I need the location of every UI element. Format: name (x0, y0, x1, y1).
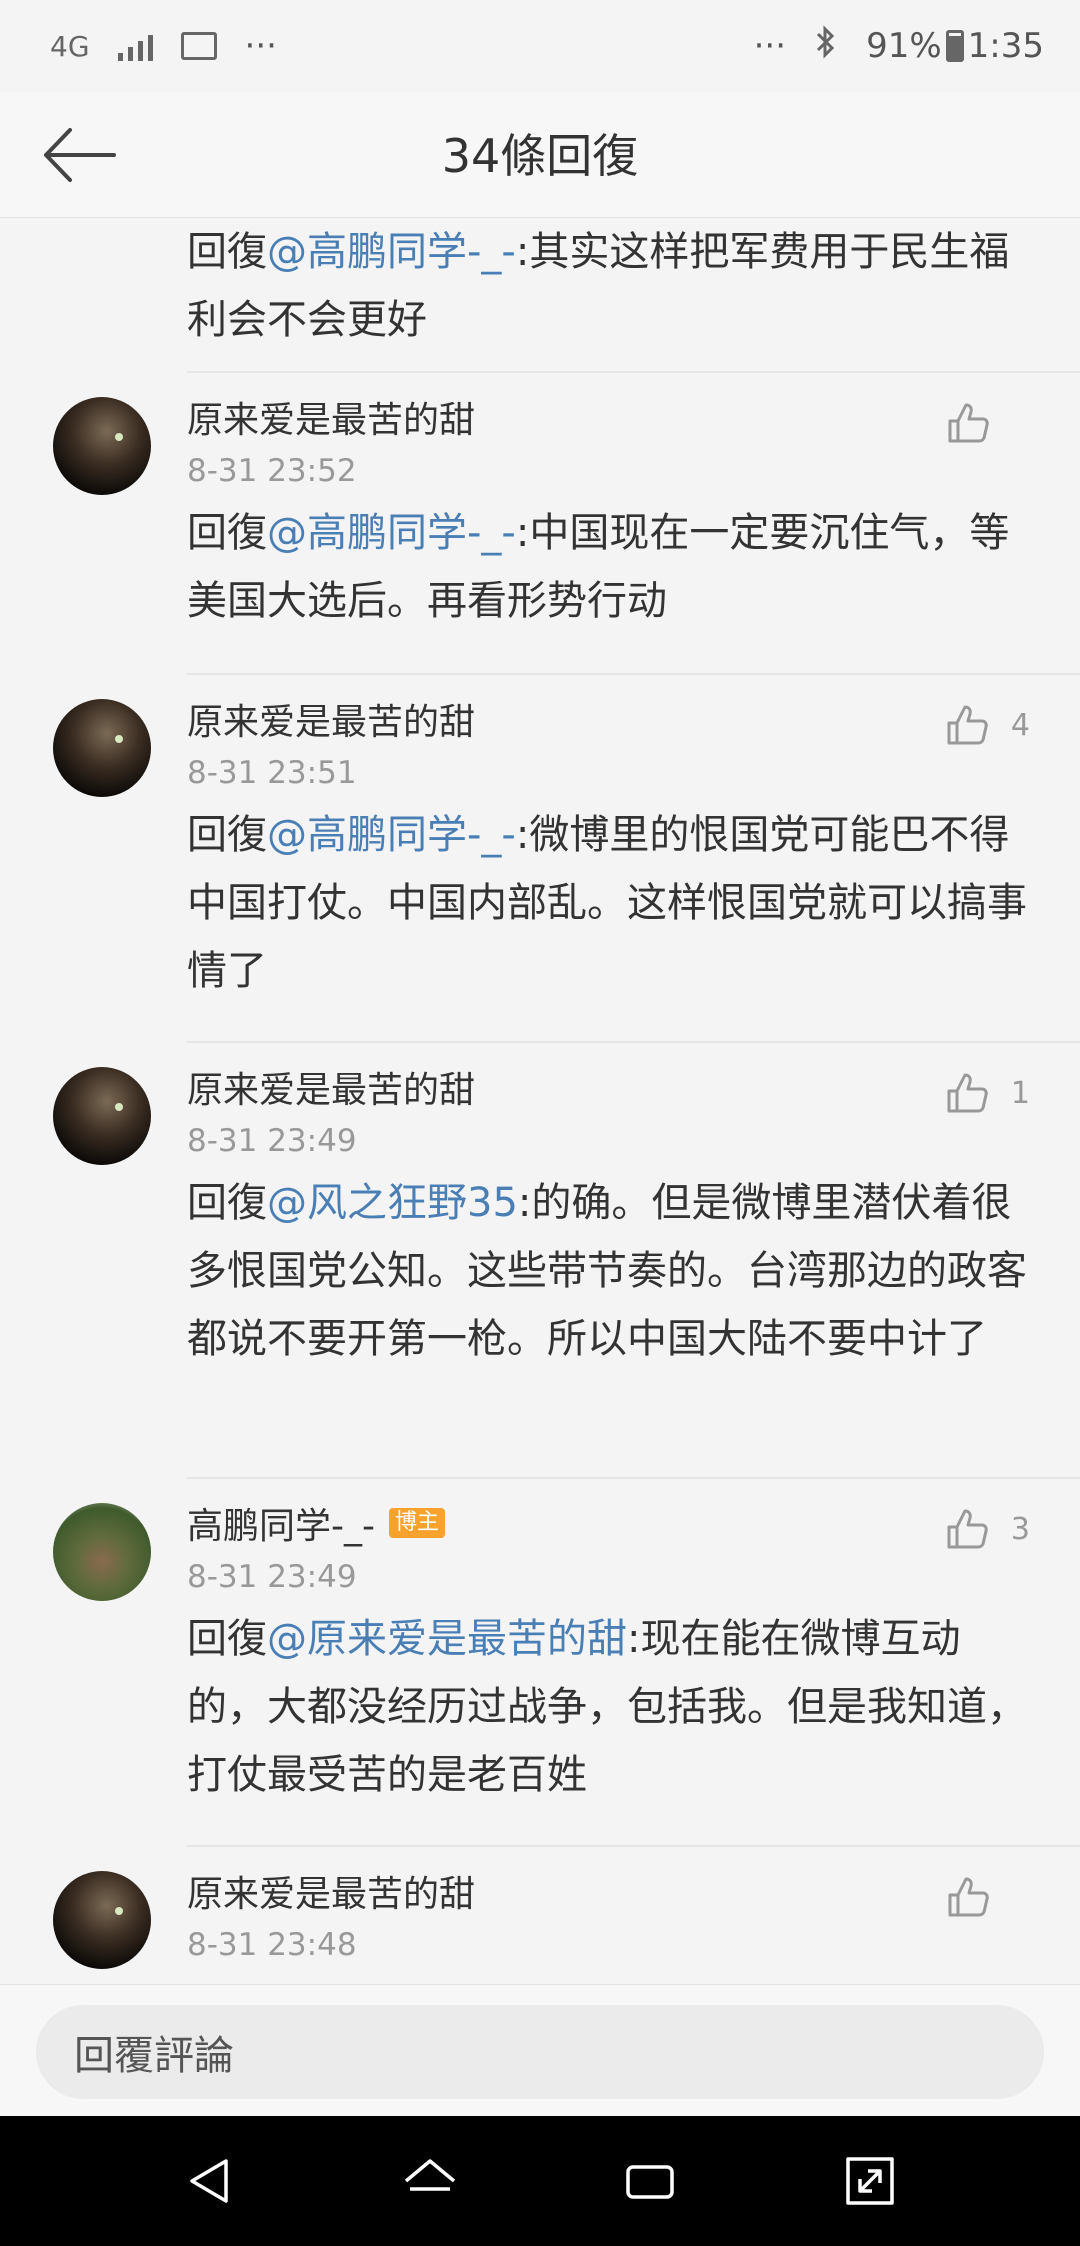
avatar[interactable] (53, 1503, 151, 1601)
username[interactable]: 高鹏同学-_- (187, 1497, 375, 1549)
like-button[interactable]: 1 (943, 1069, 1030, 1117)
comment-text: 回復@高鹏同学-_-:中国现在一定要沉住气，等美国大选后。再看形势行动 (187, 510, 1010, 624)
timestamp: 8-31 23:51 (187, 755, 357, 791)
username[interactable]: 原来爱是最苦的甜 (187, 391, 475, 443)
comment-text: 回復@原来爱是最苦的甜:现在能在微博互动的，大都没经历过战争，包括我。但是我知道… (187, 1616, 1027, 1798)
comment-text: 回復@风之狂野35:的确。但是微博里潜伏着很多恨国党公知。这些带节奏的。台湾那边… (187, 1180, 1027, 1362)
avatar[interactable] (53, 699, 151, 797)
thumbs-up-icon (947, 1073, 988, 1113)
more-notifications-left: ··· (244, 26, 277, 66)
comment-list[interactable]: 回復@高鹏同学-_-:其实这样把军费用于民生福利会不会更好 原来爱是最苦的甜 8… (0, 218, 1080, 1984)
like-button[interactable]: 4 (943, 701, 1030, 749)
comment-item: 原来爱是最苦的甜 8-31 23:52 回復@高鹏同学-_-:中国现在一定要沉住… (0, 373, 1080, 675)
battery-icon (945, 30, 964, 62)
nav-home-icon[interactable] (400, 2151, 460, 2211)
like-button[interactable] (944, 399, 1030, 447)
more-notifications-right: ··· (753, 26, 787, 66)
thumbs-up-icon (948, 1877, 989, 1917)
comment-text: 回復@高鹏同学-_-:其实这样把军费用于民生福利会不会更好 (187, 229, 1010, 343)
like-count: 1 (1010, 1075, 1030, 1111)
reply-bar: 回覆評論 (0, 1984, 1080, 2116)
system-nav-bar (0, 2116, 1080, 2246)
timestamp: 8-31 23:49 (187, 1123, 357, 1159)
avatar[interactable] (53, 1067, 151, 1165)
like-count: 4 (1010, 707, 1030, 743)
signal-icon (117, 31, 153, 61)
thumbs-up-icon (947, 1509, 988, 1549)
network-indicator: 4G (50, 29, 90, 63)
mention-link[interactable]: @高鹏同学-_- (267, 812, 516, 858)
thumbs-up-icon (947, 705, 988, 745)
page-title: 34條回復 (441, 129, 639, 183)
mention-link[interactable]: @高鹏同学-_- (267, 229, 516, 275)
comment-item: 原来爱是最苦的甜 8-31 23:48 (0, 1847, 1080, 1984)
like-button[interactable] (944, 1873, 1030, 1921)
comment-item: 原来爱是最苦的甜 4 8-31 23:51 回復@高鹏同学-_-:微博里的恨国党… (0, 675, 1080, 1043)
status-left: 4G ··· (50, 26, 277, 66)
author-badge: 博主 (388, 1508, 445, 1538)
timestamp: 8-31 23:52 (187, 453, 357, 489)
comment-item: 原来爱是最苦的甜 1 8-31 23:49 回復@风之狂野35:的确。但是微博里… (0, 1043, 1080, 1479)
timestamp: 8-31 23:49 (187, 1559, 357, 1595)
status-right: ··· 91% 1:35 (754, 24, 1044, 69)
avatar[interactable] (53, 1871, 151, 1969)
comment-text: 回復@高鹏同学-_-:微博里的恨国党可能巴不得中国打仗。中国内部乱。这样恨国党就… (187, 812, 1027, 994)
mention-link[interactable]: @风之狂野35 (267, 1180, 518, 1226)
header: 34條回復 (0, 92, 1080, 218)
username[interactable]: 原来爱是最苦的甜 (187, 1865, 475, 1917)
timestamp: 8-31 23:48 (187, 1927, 357, 1963)
clock: 1:35 (967, 26, 1044, 66)
username[interactable]: 原来爱是最苦的甜 (187, 1061, 475, 1113)
thumbs-up-icon (948, 403, 989, 443)
comment-item: 回復@高鹏同学-_-:其实这样把军费用于民生福利会不会更好 (0, 218, 1080, 373)
username[interactable]: 原来爱是最苦的甜 (187, 693, 475, 745)
nav-expand-icon[interactable] (840, 2151, 900, 2211)
mention-link[interactable]: @原来爱是最苦的甜 (267, 1616, 627, 1662)
like-button[interactable]: 3 (943, 1505, 1030, 1553)
nav-recents-icon[interactable] (620, 2151, 680, 2211)
reply-input[interactable]: 回覆評論 (36, 2005, 1044, 2099)
mention-link[interactable]: @高鹏同学-_- (267, 510, 516, 556)
status-bar: 4G ··· ··· 91% 1:35 (0, 0, 1080, 92)
battery-percent: 91% (866, 26, 942, 66)
image-notification-icon (180, 32, 217, 60)
nav-back-icon[interactable] (180, 2151, 240, 2211)
like-count: 3 (1010, 1511, 1030, 1547)
bluetooth-icon (814, 24, 838, 69)
comment-item: 高鹏同学-_- 博主 3 8-31 23:49 回復@原来爱是最苦的甜:现在能在… (0, 1479, 1080, 1847)
avatar[interactable] (53, 397, 151, 495)
